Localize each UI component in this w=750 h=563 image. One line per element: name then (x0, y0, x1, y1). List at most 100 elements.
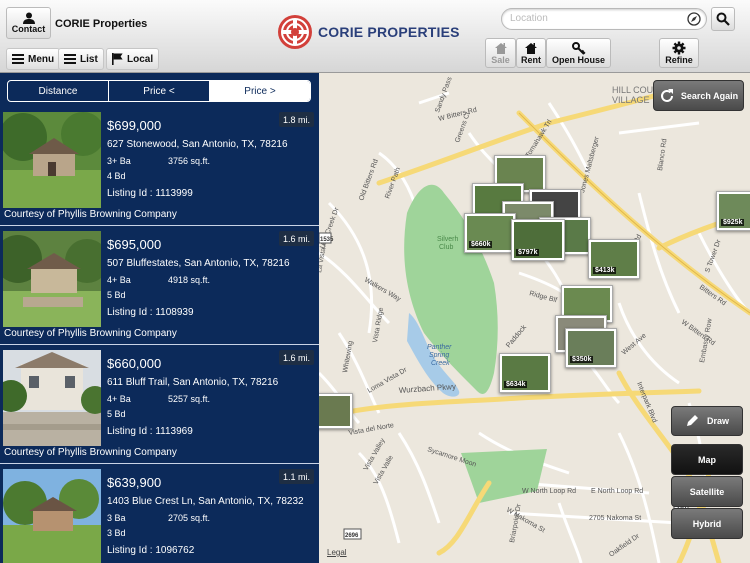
listing-item[interactable]: $699,000 627 Stonewood, San Antonio, TX,… (0, 109, 319, 226)
listing-baths: 3 Ba (107, 513, 126, 523)
hybrid-view-button[interactable]: Hybrid (671, 508, 743, 539)
listing-id: Listing Id : 1113999 (107, 188, 193, 199)
list-icon (64, 54, 76, 64)
svg-text:Silverh: Silverh (437, 236, 459, 243)
marker-price: $925k (721, 219, 745, 226)
rent-button[interactable]: Rent (516, 38, 546, 68)
house-rent-icon (525, 42, 537, 54)
sale-button[interactable]: Sale (485, 38, 516, 68)
person-icon (22, 12, 35, 24)
search-again-label: Search Again (680, 90, 739, 101)
listing-sqft: 2705 sq.ft. (168, 513, 211, 523)
menu-label: Menu (28, 53, 55, 65)
listing-address: 1403 Blue Crest Ln, San Antonio, TX, 782… (107, 496, 304, 507)
property-marker[interactable]: $797k (511, 219, 565, 261)
refresh-icon (660, 88, 673, 102)
hybrid-view-label: Hybrid (692, 518, 722, 529)
listing-id: Listing Id : 1113969 (107, 426, 193, 437)
svg-text:E North Loop Rd: E North Loop Rd (591, 488, 643, 495)
property-marker[interactable]: $634k (499, 353, 551, 393)
search-icon (716, 12, 730, 26)
listing-distance: 1.1 mi. (279, 469, 315, 484)
svg-text:S Tower Dr: S Tower Dr (704, 238, 723, 273)
marker-price: $350k (570, 356, 594, 363)
open-house-label: Open House (551, 54, 605, 65)
local-button[interactable]: Local (106, 48, 160, 70)
listing-courtesy: Courtesy of Phyllis Browning Company (4, 447, 177, 458)
listing-price: $699,000 (107, 118, 162, 133)
marker-price: $797k (516, 249, 540, 256)
listing-price: $695,000 (107, 237, 162, 252)
svg-text:1535: 1535 (320, 237, 334, 243)
location-search[interactable] (501, 8, 707, 30)
listing-distance: 1.6 mi. (279, 350, 315, 365)
location-input[interactable] (510, 13, 680, 24)
svg-text:Oakfield Dr: Oakfield Dr (608, 532, 641, 558)
list-label: List (80, 53, 98, 65)
app-header: Contact CORIE Properties Menu List Local… (0, 0, 750, 73)
svg-text:Spring: Spring (429, 352, 449, 359)
svg-text:W North Loop Rd: W North Loop Rd (522, 488, 576, 495)
listing-address: 507 Bluffestates, San Antonio, TX, 78216 (107, 258, 290, 269)
svg-text:Paddock: Paddock (505, 324, 528, 350)
listing-sqft: 3756 sq.ft. (168, 156, 211, 166)
pencil-icon (686, 415, 698, 426)
listing-address: 627 Stonewood, San Antonio, TX, 78216 (107, 139, 288, 150)
search-again-button[interactable]: Search Again (653, 80, 744, 111)
listing-photo (3, 231, 101, 327)
contact-label: Contact (11, 24, 46, 34)
compass-icon[interactable] (687, 12, 701, 26)
svg-text:2696: 2696 (345, 533, 359, 539)
listing-beds: 3 Bd (107, 528, 126, 538)
satellite-view-label: Satellite (689, 486, 725, 497)
sort-price-asc[interactable]: Price < (109, 81, 210, 101)
sale-label: Sale (491, 54, 510, 65)
listing-item[interactable]: $660,000 611 Bluff Trail, San Antonio, T… (0, 347, 319, 464)
listing-item[interactable]: $695,000 507 Bluffestates, San Antonio, … (0, 228, 319, 345)
svg-text:Creek: Creek (431, 360, 450, 367)
search-button[interactable] (711, 7, 735, 31)
rent-label: Rent (521, 54, 541, 65)
listing-item[interactable]: $639,900 1403 Blue Crest Ln, San Antonio… (0, 466, 319, 563)
listing-beds: 5 Bd (107, 290, 126, 300)
satellite-view-button[interactable]: Satellite (671, 476, 743, 507)
menu-icon (12, 54, 24, 64)
draw-button[interactable]: Draw (671, 406, 743, 436)
listing-distance: 1.6 mi. (279, 231, 315, 246)
marker-price: $660k (469, 241, 493, 248)
menu-button[interactable]: Menu (6, 48, 61, 70)
listing-sqft: 4918 sq.ft. (168, 275, 211, 285)
listing-baths: 4+ Ba (107, 394, 131, 404)
gear-icon (672, 41, 686, 55)
property-marker[interactable]: $350k (565, 328, 617, 368)
property-marker[interactable]: $413k (588, 239, 640, 279)
svg-text:VILLAGE: VILLAGE (612, 95, 650, 105)
listing-courtesy: Courtesy of Phyllis Browning Company (4, 328, 177, 339)
property-marker[interactable] (319, 393, 353, 429)
map-view-button[interactable]: Map (671, 444, 743, 475)
refine-button[interactable]: Refine (659, 38, 699, 68)
map-view[interactable]: HILL COUNTRY VILLAGE W Bitters Rd Tomaha… (319, 73, 750, 563)
svg-text:Ridge Blf: Ridge Blf (528, 290, 557, 304)
listing-panel: Distance Price < Price > $699,000 627 St… (0, 73, 319, 563)
logo-text: CORIE PROPERTIES (318, 24, 460, 40)
listing-distance: 1.8 mi. (279, 112, 315, 127)
property-marker[interactable]: $925k (716, 191, 750, 231)
draw-label: Draw (706, 416, 729, 426)
listing-baths: 3+ Ba (107, 156, 131, 166)
listing-id: Listing Id : 1096762 (107, 545, 195, 556)
open-house-button[interactable]: Open House (546, 38, 611, 68)
flag-icon (112, 53, 123, 65)
contact-button[interactable]: Contact (6, 7, 51, 39)
list-button[interactable]: List (58, 48, 104, 70)
sort-price-desc[interactable]: Price > (210, 81, 310, 101)
listing-price: $660,000 (107, 356, 162, 371)
sort-distance[interactable]: Distance (8, 81, 109, 101)
legal-link[interactable]: Legal (327, 548, 347, 557)
corie-logo: CORIE PROPERTIES (277, 14, 460, 50)
property-marker[interactable]: $660k (464, 213, 516, 253)
svg-text:Club: Club (439, 244, 454, 251)
svg-text:Blanco Rd: Blanco Rd (657, 138, 668, 171)
listing-id: Listing Id : 1108939 (107, 307, 194, 318)
key-icon (571, 41, 586, 55)
